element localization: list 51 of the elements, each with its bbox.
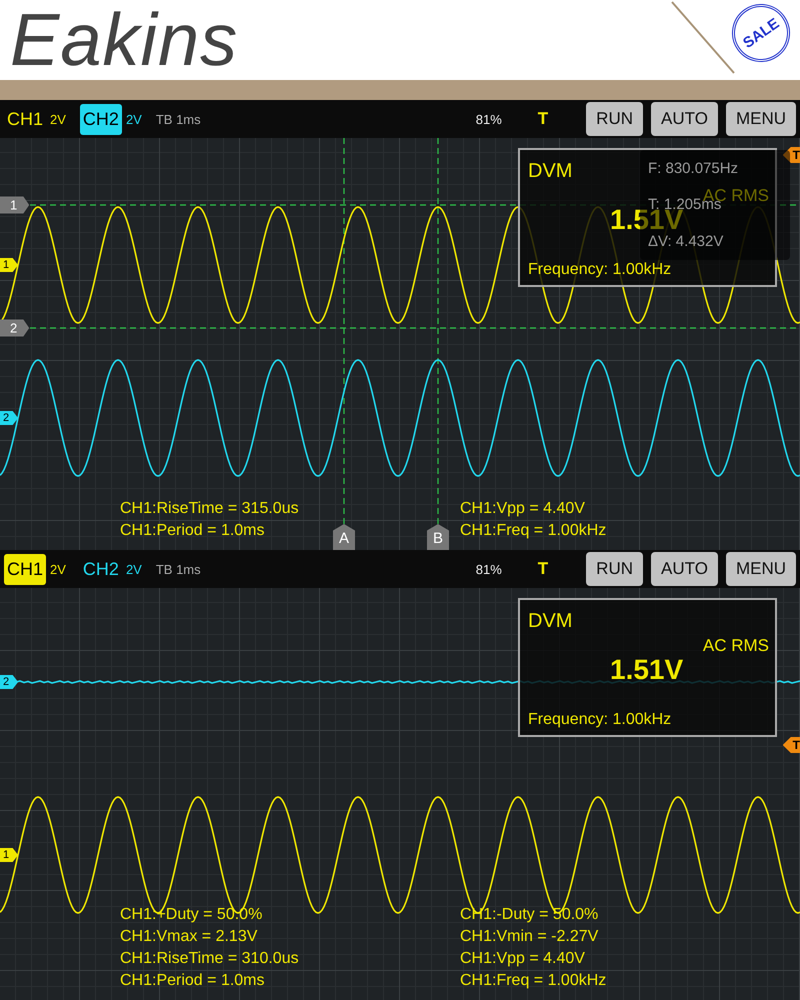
channel-marker[interactable]: 2 bbox=[0, 675, 18, 689]
dvm-title: DVM bbox=[528, 610, 572, 633]
measurement: CH1:Vpp = 4.40V bbox=[460, 949, 585, 969]
channel-scale: 2V bbox=[126, 112, 142, 126]
toolbar-button[interactable]: AUTO bbox=[651, 552, 718, 586]
trigger-label: T bbox=[538, 109, 548, 129]
channel-marker[interactable]: 1 bbox=[0, 848, 18, 862]
dvm-mode: AC RMS bbox=[702, 636, 769, 656]
measurement: CH1:+Duty = 50.0% bbox=[120, 905, 262, 925]
measurement: CH1:Period = 1.0ms bbox=[120, 521, 265, 541]
measurement: CH1:RiseTime = 310.0us bbox=[120, 949, 299, 969]
measurement: CH1:Freq = 1.00kHz bbox=[460, 971, 606, 991]
dvm-title: DVM bbox=[528, 160, 572, 183]
toolbar-button[interactable]: MENU bbox=[726, 552, 796, 586]
measurement: CH1:-Duty = 50.0% bbox=[460, 905, 598, 925]
cursor-marker[interactable]: 1 bbox=[0, 196, 30, 214]
cursor-marker[interactable]: A bbox=[333, 524, 355, 550]
measurement: CH1:Freq = 1.00kHz bbox=[460, 521, 606, 541]
percent-label: 81% bbox=[476, 112, 502, 126]
measurement: CH1:Period = 1.0ms bbox=[120, 971, 265, 991]
channel-tab[interactable]: CH2 bbox=[80, 104, 122, 134]
cursor-marker[interactable]: 2 bbox=[0, 320, 30, 336]
toolbar-button[interactable]: RUN bbox=[586, 102, 644, 136]
percent-label: 81% bbox=[476, 562, 502, 576]
toolbar-button[interactable]: AUTO bbox=[651, 102, 718, 136]
trigger-marker[interactable]: T bbox=[782, 147, 800, 163]
measurement: CH1:RiseTime = 315.0us bbox=[120, 499, 299, 519]
cursor-marker[interactable]: B bbox=[427, 524, 449, 550]
timebase-label: TB 1ms bbox=[156, 112, 201, 126]
brand-logo: Eakins bbox=[10, 3, 238, 77]
channel-tab[interactable]: CH1 bbox=[4, 104, 46, 134]
cursor-readout: F: 830.075Hz bbox=[648, 160, 740, 177]
measurement: CH1:Vpp = 4.40V bbox=[460, 499, 585, 519]
dvm-frequency: Frequency: 1.00kHz bbox=[528, 261, 672, 279]
dvm-value: 1.51V bbox=[610, 654, 684, 686]
channel-marker[interactable]: 1 bbox=[0, 258, 18, 272]
channel-marker[interactable]: 2 bbox=[0, 411, 18, 425]
channel-scale: 2V bbox=[50, 562, 66, 576]
channel-tab[interactable]: CH1 bbox=[4, 554, 46, 584]
channel-scale: 2V bbox=[50, 112, 66, 126]
channel-scale: 2V bbox=[126, 562, 142, 576]
trigger-label: T bbox=[538, 559, 548, 579]
cursor-readout: ΔV: 4.432V bbox=[648, 233, 724, 250]
toolbar-button[interactable]: RUN bbox=[586, 552, 644, 586]
timebase-label: TB 1ms bbox=[156, 562, 201, 576]
trigger-marker[interactable]: T bbox=[782, 737, 800, 753]
measurement: CH1:Vmax = 2.13V bbox=[120, 927, 258, 947]
dvm-frequency: Frequency: 1.00kHz bbox=[528, 711, 672, 729]
channel-tab[interactable]: CH2 bbox=[80, 554, 122, 584]
toolbar-button[interactable]: MENU bbox=[726, 102, 796, 136]
measurement: CH1:Vmin = -2.27V bbox=[460, 927, 598, 947]
